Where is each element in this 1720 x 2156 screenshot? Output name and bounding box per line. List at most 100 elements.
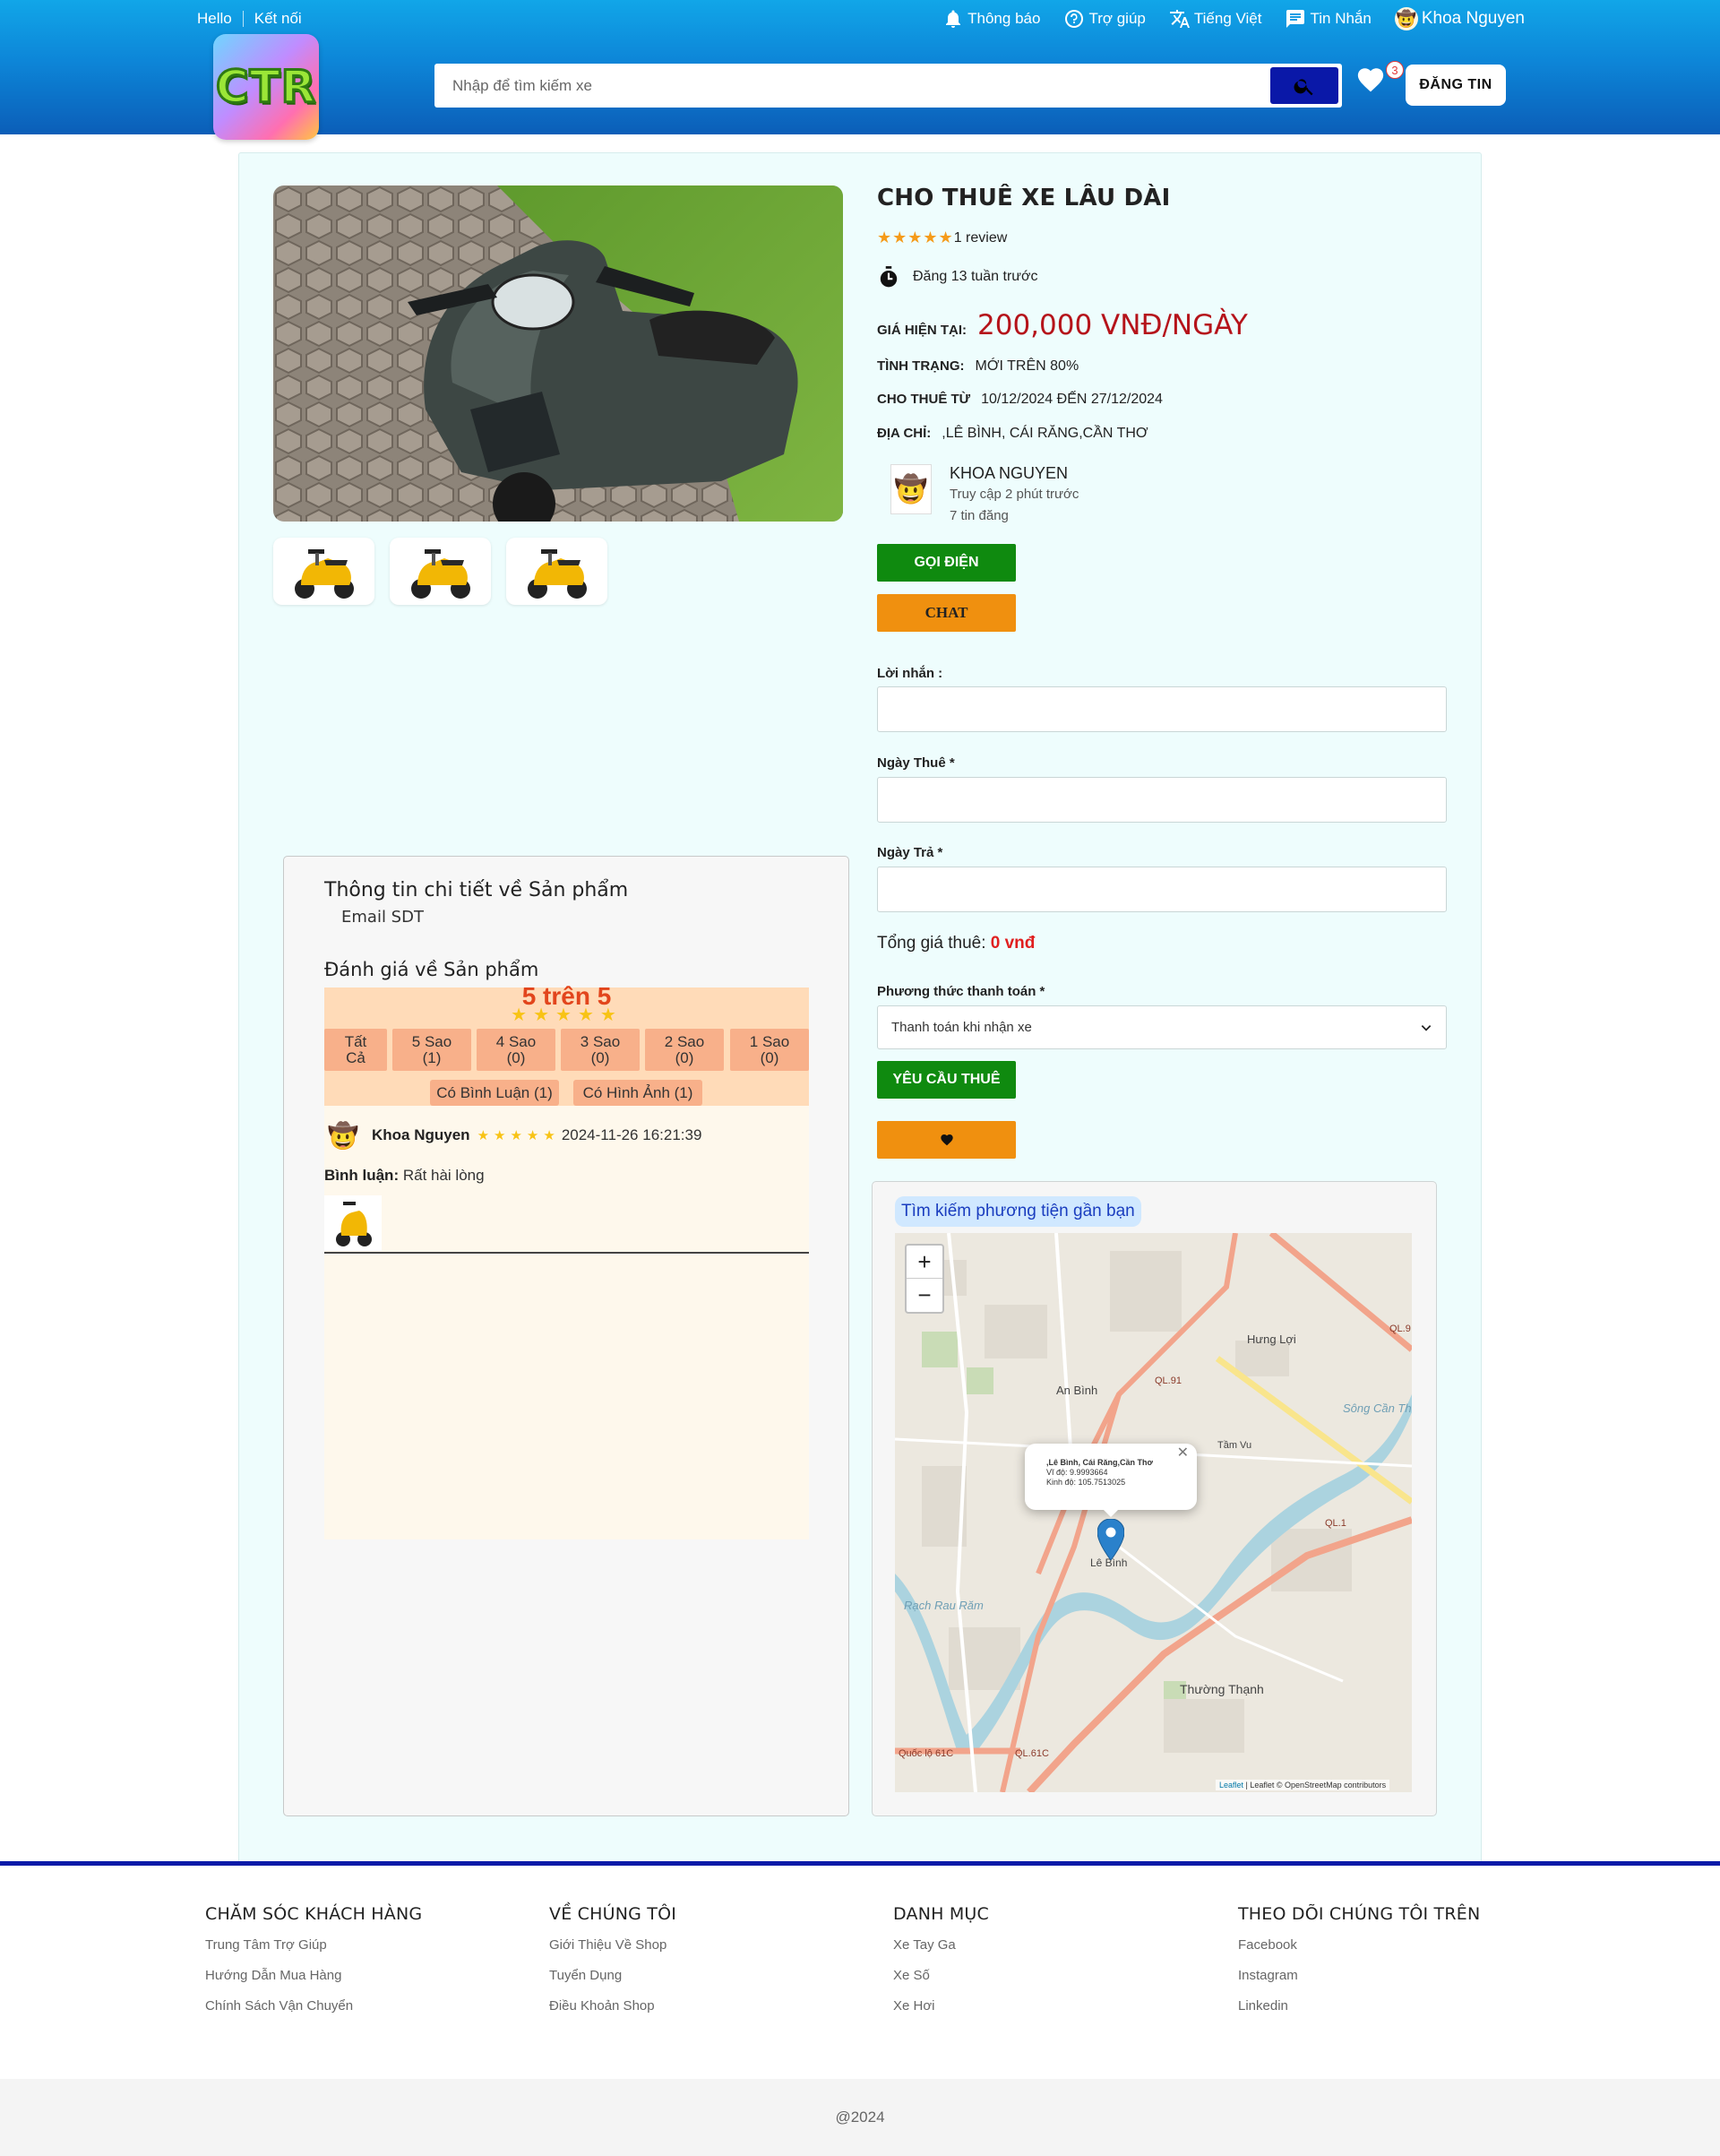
filter-2-star[interactable]: 2 Sao (0) [645, 1029, 724, 1071]
notifications-label: Thông báo [968, 10, 1041, 27]
address-row: ĐỊA CHỈ: ,LÊ BÌNH, CÁI RĂNG,CẦN THƠ [877, 426, 1148, 442]
heart-icon [1357, 68, 1384, 92]
comment-label: Bình luận: [324, 1167, 400, 1184]
posted-time: Đăng 13 tuần trước [877, 265, 1038, 289]
filter-3-star[interactable]: 3 Sao (0) [561, 1029, 640, 1071]
payment-selected: Thanh toán khi nhận xe [891, 1020, 1032, 1035]
footer-divider [0, 1861, 1720, 1866]
chat-bubble-icon [1286, 10, 1305, 28]
map-label-quoc-lo-61c: Quốc lộ 61C [899, 1748, 953, 1759]
map-popup: ✕ ,Lê Bình, Cái Răng,Cần Thơ Vĩ độ: 9.99… [1025, 1444, 1197, 1510]
filter-line1: Tất [344, 1032, 367, 1050]
scooter-thumb-image [336, 1202, 372, 1246]
total-value: 0 vnđ [990, 934, 1036, 953]
filter-line2: Cả [346, 1048, 366, 1066]
close-icon[interactable]: ✕ [1177, 1446, 1189, 1461]
footer-link[interactable]: Xe Hơi [893, 1998, 989, 2014]
favorites-button[interactable]: 3 [1355, 61, 1404, 100]
message-label: Lời nhắn : [877, 666, 943, 681]
language-label: Tiếng Việt [1193, 10, 1262, 27]
seller-avatar: 🤠 [890, 464, 932, 514]
topbar-right: Thông báo Trợ giúp Tiếng Việt Tin Nhắn 🤠… [942, 7, 1525, 30]
rent-period-row: CHO THUÊ TỪ 10/12/2024 ĐẾN 27/12/2024 [877, 392, 1163, 408]
map-label-ql1: QL.1 [1325, 1518, 1346, 1529]
address-value: ,LÊ BÌNH, CÁI RĂNG,CẦN THƠ [942, 426, 1148, 441]
search-input[interactable] [434, 64, 1270, 108]
footer-link[interactable]: Linkedin [1238, 1998, 1480, 2014]
user-avatar: 🤠 [1394, 7, 1418, 30]
filter-4-star[interactable]: 4 Sao (0) [477, 1029, 555, 1071]
call-button[interactable]: GỌI ĐIỆN [877, 544, 1016, 582]
footer-link[interactable]: Điều Khoản Shop [549, 1998, 676, 2014]
filter-1-star[interactable]: 1 Sao (0) [730, 1029, 809, 1071]
messages-label: Tin Nhắn [1310, 10, 1372, 27]
return-date-label: Ngày Trả * [877, 845, 943, 860]
map-label-ql61c: QL.61C [1015, 1748, 1049, 1759]
map-view[interactable]: An Bình Hưng Lợi Lê Bình Thường Thạnh QL… [895, 1233, 1412, 1792]
request-rent-button[interactable]: YÊU CẦU THUÊ [877, 1061, 1016, 1099]
divider [242, 11, 244, 27]
message-input[interactable] [877, 686, 1447, 732]
site-logo[interactable]: CTR [213, 34, 319, 140]
product-main-image[interactable] [273, 185, 843, 522]
map-zoom-control: + − [905, 1244, 944, 1314]
filter-with-comment[interactable]: Có Bình Luận (1) [430, 1080, 559, 1106]
leaflet-link[interactable]: Leaflet [1219, 1781, 1243, 1789]
search-bar [434, 64, 1342, 108]
detail-heading: Thông tin chi tiết về Sản phẩm [324, 879, 629, 901]
zoom-in-button[interactable]: + [907, 1246, 942, 1279]
filter-with-image[interactable]: Có Hình Ảnh (1) [573, 1080, 702, 1106]
filter-all[interactable]: Tất Cả [324, 1029, 387, 1071]
posted-label: Đăng 13 tuần trước [913, 269, 1038, 284]
connect-link[interactable]: Kết nối [254, 10, 302, 28]
search-button[interactable] [1270, 67, 1338, 104]
hello-link[interactable]: Hello [197, 10, 232, 28]
footer-link[interactable]: Tuyển Dụng [549, 1968, 676, 1983]
help-link[interactable]: Trợ giúp [1063, 8, 1146, 30]
seller-card[interactable]: 🤠 KHOA NGUYEN Truy cập 2 phút trước 7 ti… [890, 464, 1079, 527]
return-date-input[interactable] [877, 867, 1447, 912]
heart-icon [940, 1134, 953, 1146]
filter-5-star[interactable]: 5 Sao (1) [392, 1029, 471, 1071]
footer-link[interactable]: Xe Số [893, 1968, 989, 1983]
notifications-link[interactable]: Thông báo [942, 8, 1040, 30]
price-value: 200,000 VNĐ/NGÀY [977, 309, 1248, 341]
post-listing-button[interactable]: ĐĂNG TIN [1406, 65, 1506, 106]
price-row: GIÁ HIỆN TẠI: 200,000 VNĐ/NGÀY [877, 309, 1248, 341]
condition-value: MỚI TRÊN 80% [975, 358, 1079, 374]
footer-link[interactable]: Hướng Dẫn Mua Hàng [205, 1968, 422, 1983]
footer-link[interactable]: Xe Tay Ga [893, 1937, 989, 1953]
filter-line2: (0) [506, 1048, 526, 1066]
review-count[interactable]: 1 review [954, 230, 1008, 246]
footer-link[interactable]: Facebook [1238, 1937, 1480, 1953]
footer-link[interactable]: Giới Thiệu Về Shop [549, 1937, 676, 1953]
thumbnail-1[interactable] [273, 538, 374, 605]
stopwatch-icon [880, 266, 898, 288]
map-marker-icon[interactable] [1096, 1518, 1125, 1565]
popup-latitude: Vĩ độ: 9.9993664 [1046, 1468, 1108, 1477]
favorite-button[interactable] [877, 1121, 1016, 1159]
zoom-out-button[interactable]: − [907, 1279, 942, 1312]
product-title: CHO THUÊ XE LÂU DÀI [877, 185, 1171, 211]
thumbnail-3[interactable] [506, 538, 607, 605]
total-label: Tổng giá thuê: [877, 934, 986, 953]
payment-method-select[interactable]: Thanh toán khi nhận xe [877, 1005, 1447, 1049]
review-image[interactable] [324, 1195, 382, 1251]
footer-col-about: VỀ CHÚNG TÔI Giới Thiệu Về Shop Tuyển Dụ… [549, 1904, 676, 2029]
search-icon [1294, 78, 1313, 95]
review-divider [324, 1252, 809, 1254]
language-link[interactable]: Tiếng Việt [1169, 8, 1262, 30]
thumbnail-2[interactable] [390, 538, 491, 605]
footer-col-social: THEO DÕI CHÚNG TÔI TRÊN Facebook Instagr… [1238, 1904, 1480, 2029]
messages-link[interactable]: Tin Nhắn [1285, 8, 1372, 30]
user-menu[interactable]: 🤠 Khoa Nguyen [1394, 7, 1525, 30]
footer-link[interactable]: Instagram [1238, 1968, 1480, 1983]
footer-link[interactable]: Trung Tâm Trợ Giúp [205, 1937, 422, 1953]
total-price: Tổng giá thuê: 0 vnđ [877, 934, 1035, 953]
footer-link[interactable]: Chính Sách Vận Chuyển [205, 1998, 422, 2014]
rent-date-input[interactable] [877, 777, 1447, 823]
rent-date-label: Ngày Thuê * [877, 755, 955, 771]
product-rating: ★★★★★ 1 review [877, 229, 1007, 247]
chat-button[interactable]: CHAT [877, 594, 1016, 632]
review-item: 🤠 Khoa Nguyen ★★★★★ 2024-11-26 16:21:39 [324, 1117, 702, 1154]
